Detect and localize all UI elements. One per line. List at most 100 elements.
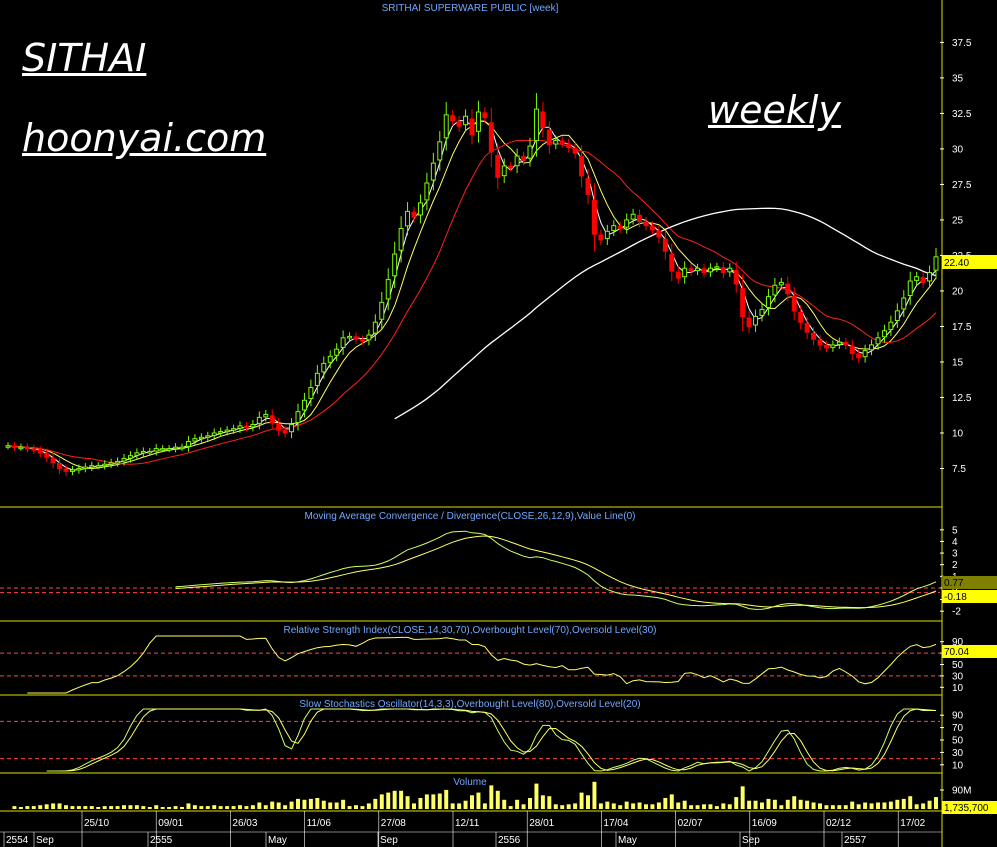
x-axis-upper-label: 25/10 [84,818,109,829]
candle-body [379,301,385,320]
x-axis-upper-label: 09/01 [158,818,183,829]
candle-body [327,355,333,363]
volume-bar [296,798,300,809]
macd-value-1: 0.77 [944,578,964,589]
candle-body [469,118,475,136]
volume-bar [734,797,739,809]
candle-body [707,267,713,273]
candle-body [688,268,694,272]
candle-body [669,253,675,272]
candle-body [662,238,668,252]
volume-bar [57,803,62,809]
volume-bar [154,805,159,809]
volume-bar [51,803,56,809]
candle-body [907,280,913,297]
volume-bar [502,799,507,809]
volume-bar [908,796,913,809]
x-axis-lower-label: Sep [36,835,54,846]
volume-tick-label: 90M [952,786,971,797]
candle-body [140,450,146,454]
candle-body [295,411,301,424]
volume-bar [727,804,732,809]
candle-body [366,334,372,341]
volume-bar [476,792,481,809]
candle-body [231,428,237,431]
volume-panel-title: Volume [453,777,487,788]
stoch-tick-label: 70 [952,723,964,734]
x-axis-upper-label: 27/08 [381,818,406,829]
candle-body [862,350,868,358]
price-tick-label: 37.5 [952,38,972,49]
candle-body [579,156,585,177]
candle-body [527,145,533,159]
candle-body [269,415,275,424]
volume-bar [18,807,23,809]
candle-body [463,115,469,126]
candle-body [888,321,894,330]
volume-bar [760,802,764,809]
volume-bar [238,805,242,809]
candle-body [147,450,153,454]
candle-body [753,316,759,326]
volume-bar [521,804,526,809]
volume-bar [450,803,455,809]
volume-bar [534,783,539,809]
volume-bar [360,806,365,809]
candle-body [18,446,24,450]
macd-tick-label: 3 [952,549,958,560]
volume-bar [12,806,17,809]
x-axis-lower-label: 2556 [498,835,521,846]
volume-bar [192,805,197,809]
volume-bar [205,806,210,809]
volume-bar [624,801,629,809]
volume-bar [818,803,822,809]
volume-last-value-box: 1,735,700 [942,801,997,814]
volume-bar [457,803,462,809]
volume-bar [714,806,719,809]
volume-bar [592,781,597,809]
volume-bar [167,807,172,809]
volume-bar [882,802,887,809]
x-axis-lower-label: May [268,835,287,846]
x-axis-upper-label: 02/12 [826,818,851,829]
volume-bar [579,792,584,809]
candle-body [31,448,37,451]
volume-bar [560,805,565,809]
candle-body [553,139,559,145]
volume-bar [444,789,449,809]
macd-value-box-2: -0.18 [942,590,997,603]
candle-body [591,199,597,235]
candle-body [604,230,610,240]
volume-bar [115,806,120,809]
volume-bar [122,805,126,809]
volume-bar [463,800,468,809]
candle-body [488,122,494,153]
volume-bar [399,790,404,809]
volume-bar [315,798,320,809]
candle-body [334,348,340,356]
candle-body [160,448,166,451]
candle-body [714,266,720,269]
candle-body [508,165,514,169]
candle-body [836,341,842,346]
volume-bar [128,805,133,809]
candle-body [256,416,262,424]
candle-body [417,202,423,216]
volume-bar [250,805,255,809]
candle-body [205,435,211,438]
candle-body [340,337,346,348]
candle-body [82,466,88,470]
candle-body [881,330,887,338]
volume-bar [379,794,384,809]
price-tick-label: 25 [952,215,964,226]
candle-body [778,281,784,286]
candle-body [727,267,733,273]
volume-bar [83,806,88,809]
candle-body [630,213,636,220]
volume-bar [424,794,429,809]
candle-body [218,431,224,434]
candle-body [63,468,69,472]
candle-body [682,267,688,278]
candle-body [456,120,462,127]
candle-body [437,141,443,161]
